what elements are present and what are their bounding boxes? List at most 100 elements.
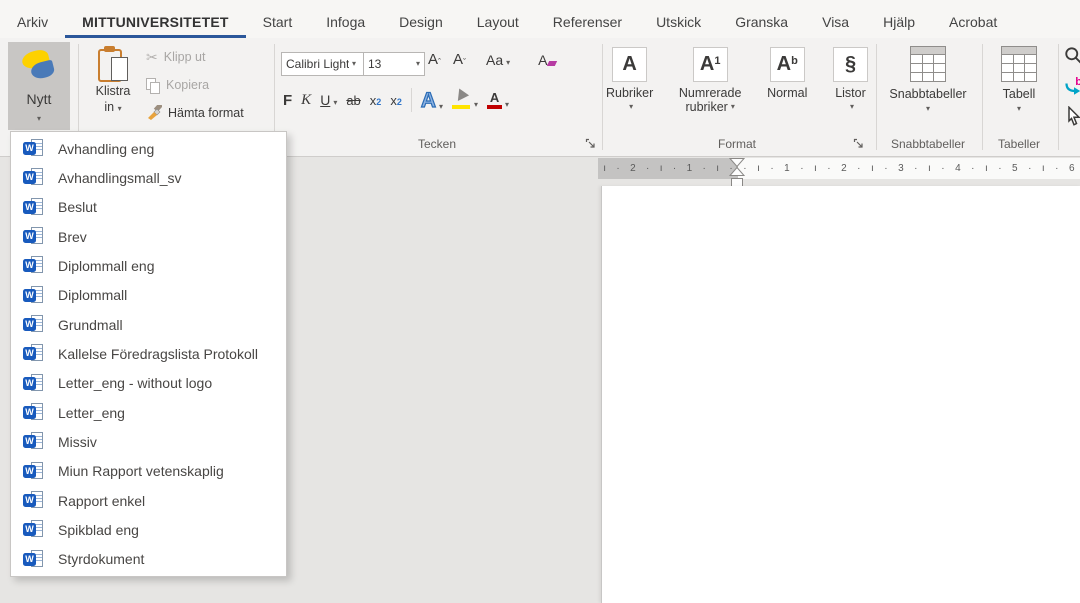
format-style-button[interactable]: Ab Normal [767,38,807,134]
ribbon-tab[interactable]: Arkiv [0,5,65,38]
grow-font-button[interactable]: Aˆ [428,52,441,67]
chevron-down-icon: ▾ [118,104,122,113]
table-button[interactable]: Tabell ▾ [984,38,1054,113]
template-menu-item[interactable]: W Beslut [11,193,286,222]
template-menu-item[interactable]: W Diplommall [11,281,286,310]
group-divider [1058,44,1059,150]
chevron-down-icon: ▾ [629,103,633,111]
template-menu-item[interactable]: W Grundmall [11,310,286,339]
ribbon-tab[interactable]: Infoga [309,5,382,38]
horizontal-ruler[interactable]: ı·2·ı·1·ı· ·ı·1·ı·2·ı·3·ı·4·ı·5·ı·6 [598,158,1080,179]
highlight-color-button[interactable]: ▾ [452,91,478,109]
template-menu-item[interactable]: W Avhandlingsmall_sv [11,163,286,192]
ruler-mark: · [998,164,1001,174]
font-color-button[interactable]: A ▾ [487,91,509,109]
paste-button[interactable]: Klistra in ▾ [86,44,140,128]
template-menu-item[interactable]: W Kallelse Föredragslista Protokoll [11,339,286,368]
ribbon-tab[interactable]: Start [246,5,310,38]
format-style-buttons: A Rubriker ▾ A1 Numrerade rubriker▾ Ab N… [606,38,868,134]
ruler-mark: 2 [841,164,847,174]
ruler-mark: · [1028,164,1031,174]
ribbon-tab[interactable]: Acrobat [932,5,1014,38]
nytt-templates-dropdown: W Avhandling eng W Avhandlingsmall_sv W … [10,131,287,577]
ribbon-tab[interactable]: Design [382,5,460,38]
ribbon-tab[interactable]: Utskick [639,5,718,38]
ribbon-tab-bar: Arkiv MITTUNIVERSITETET Start Infoga Des… [0,0,1080,38]
word-file-icon: W [23,550,44,569]
eraser-icon [546,61,556,66]
italic-button[interactable]: K [301,93,311,108]
nytt-button[interactable]: Nytt ▾ [8,42,70,130]
ribbon-tab[interactable]: Layout [460,5,536,38]
format-dialog-launcher[interactable] [853,138,864,149]
bold-button[interactable]: F [283,93,292,108]
group-divider [982,44,983,150]
shrink-font-button[interactable]: Aˇ [453,52,466,67]
ribbon-tab[interactable]: MITTUNIVERSITETET [65,5,246,38]
word-window: Arkiv MITTUNIVERSITETET Start Infoga Des… [0,0,1080,603]
ruler-margin-section: ı·2·ı·1·ı· [598,158,738,179]
template-menu-item[interactable]: W Brev [11,222,286,251]
ruler-mark: · [914,164,917,174]
font-name-value: Calibri Light (R [286,57,349,71]
ruler-mark: · [827,164,830,174]
text-effects-button[interactable]: A ▾ [421,90,443,111]
ruler-mark: ı [757,164,760,174]
format-style-button[interactable]: § Listor ▾ [833,38,868,134]
template-menu-item[interactable]: W Rapport enkel [11,486,286,515]
copy-button: Kopiera [141,71,249,99]
replace-icon[interactable]: b [1064,76,1080,96]
font-name-combobox[interactable]: Calibri Light (R ▾ [281,52,371,76]
font-dialog-launcher[interactable] [585,138,596,149]
quick-tables-button[interactable]: Snabbtabeller ▾ [878,38,978,113]
search-icon[interactable] [1064,46,1080,66]
clipboard-small-buttons: ✂ Klipp ut Kopiera Hämta format [141,43,249,127]
word-file-icon: W [23,168,44,187]
ribbon-tab[interactable]: Granska [718,5,805,38]
template-menu-item[interactable]: W Missiv [11,427,286,456]
divider [411,88,412,112]
format-style-button[interactable]: A Rubriker ▾ [606,38,653,134]
chevron-down-icon: ▾ [731,103,735,111]
underline-button[interactable]: U ▾ [320,93,337,107]
ruler-mark: · [646,164,649,174]
template-menu-item[interactable]: W Styrdokument [11,545,286,574]
clear-formatting-button[interactable]: A [538,53,547,67]
font-size-combobox[interactable]: 13 ▾ [363,52,425,76]
chevron-down-icon: ▾ [416,60,420,68]
subscript-button[interactable]: x2 [370,94,382,107]
document-page[interactable] [601,186,1080,603]
template-menu-item[interactable]: W Diplommall eng [11,251,286,280]
template-menu-item[interactable]: W Letter_eng [11,398,286,427]
select-arrow-icon[interactable] [1064,106,1080,126]
ruler-mark: ı [814,164,817,174]
word-file-icon: W [23,256,44,275]
word-file-icon: W [23,139,44,158]
word-file-icon: W [23,198,44,217]
ruler-mark: 3 [898,164,904,174]
format-style-button[interactable]: A1 Numrerade rubriker▾ [679,38,742,134]
template-menu-item[interactable]: W Miun Rapport vetenskaplig [11,457,286,486]
chevron-down-icon: ▾ [1017,105,1021,113]
change-case-button[interactable]: Aa▾ [486,53,510,67]
font-color-icon: A [487,91,502,109]
ribbon-tab[interactable]: Visa [805,5,866,38]
template-menu-item[interactable]: W Letter_eng - without logo [11,369,286,398]
word-file-icon: W [23,462,44,481]
ruler-mark: 2 [630,164,636,174]
ruler-mark: · [703,164,706,174]
word-file-icon: W [23,315,44,334]
ruler-mark: 6 [1069,164,1075,174]
chevron-down-icon: ▾ [333,99,337,107]
template-menu-item[interactable]: W Avhandling eng [11,134,286,163]
superscript-button[interactable]: x2 [390,94,402,107]
format-painter-button[interactable]: Hämta format [141,99,249,127]
ruler-mark: · [770,164,773,174]
ribbon-tab[interactable]: Referenser [536,5,639,38]
tables-group-label: Tabeller [984,137,1054,151]
ruler-mark: · [971,164,974,174]
strikethrough-button[interactable]: ab [346,94,360,107]
word-file-icon: W [23,286,44,305]
ribbon-tab[interactable]: Hjälp [866,5,932,38]
template-menu-item[interactable]: W Spikblad eng [11,515,286,544]
